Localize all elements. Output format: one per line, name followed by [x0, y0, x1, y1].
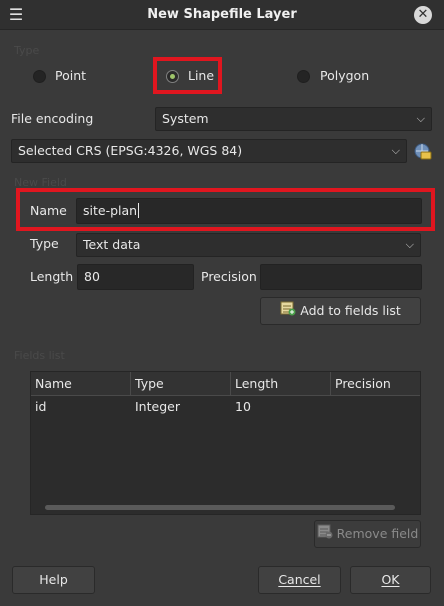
crs-combo[interactable]: Selected CRS (EPSG:4326, WGS 84) ⌵: [11, 139, 407, 163]
length-value: 80: [84, 269, 100, 284]
table-row-type[interactable]: Integer: [131, 396, 231, 418]
crs-value: Selected CRS (EPSG:4326, WGS 84): [18, 143, 243, 158]
table-row-name[interactable]: id: [31, 396, 131, 418]
length-label: Length: [30, 269, 74, 284]
precision-input[interactable]: [260, 264, 422, 290]
horizontal-scrollbar[interactable]: [45, 505, 395, 510]
text-cursor: ​: [138, 203, 140, 218]
file-encoding-combo[interactable]: System ⌵: [155, 107, 432, 131]
field-type-value: Text data: [83, 237, 141, 252]
column-header-name[interactable]: Name: [31, 372, 131, 396]
table-row-length[interactable]: 10: [231, 396, 331, 418]
add-to-fields-label: Add to fields list: [300, 303, 401, 318]
ok-button-label: OK: [381, 572, 400, 587]
length-input[interactable]: 80: [77, 264, 194, 290]
file-encoding-label: File encoding: [11, 111, 94, 126]
cancel-button-label: Cancel: [278, 572, 321, 587]
crs-select-icon[interactable]: [411, 140, 433, 162]
radio-point-label[interactable]: Point: [55, 66, 86, 86]
chevron-down-icon: ⌵: [416, 112, 425, 125]
add-field-icon: [280, 299, 296, 325]
type-group-label: Type: [14, 44, 40, 57]
name-input-value: site-plan: [83, 203, 138, 218]
chevron-down-icon: ⌵: [405, 238, 414, 251]
radio-line-label[interactable]: Line: [188, 66, 214, 86]
column-header-precision[interactable]: Precision: [331, 372, 420, 396]
name-label: Name: [30, 203, 67, 218]
chevron-down-icon: ⌵: [391, 144, 400, 157]
close-icon[interactable]: ✕: [414, 6, 432, 24]
cancel-button[interactable]: Cancel: [258, 566, 341, 594]
window-title: New Shapefile Layer: [147, 7, 297, 22]
ok-button[interactable]: OK: [350, 566, 431, 594]
table-row-precision[interactable]: [331, 396, 420, 418]
add-to-fields-button[interactable]: Add to fields list: [260, 297, 421, 325]
fields-list-group-label: Fields list: [14, 349, 65, 362]
file-encoding-value: System: [162, 111, 209, 126]
radio-polygon-label[interactable]: Polygon: [320, 66, 369, 86]
help-button[interactable]: Help: [12, 566, 95, 594]
column-header-type[interactable]: Type: [131, 372, 231, 396]
name-input[interactable]: site-plan​: [76, 198, 422, 224]
column-header-length[interactable]: Length: [231, 372, 331, 396]
radio-line[interactable]: [166, 70, 179, 83]
precision-label: Precision: [201, 269, 257, 284]
radio-polygon[interactable]: [297, 70, 310, 83]
radio-point[interactable]: [33, 70, 46, 83]
field-type-combo[interactable]: Text data ⌵: [76, 233, 421, 257]
remove-field-icon: [317, 522, 333, 548]
remove-field-label: Remove field: [336, 526, 419, 541]
remove-field-button[interactable]: Remove field: [314, 520, 421, 548]
type-label: Type: [30, 236, 59, 251]
